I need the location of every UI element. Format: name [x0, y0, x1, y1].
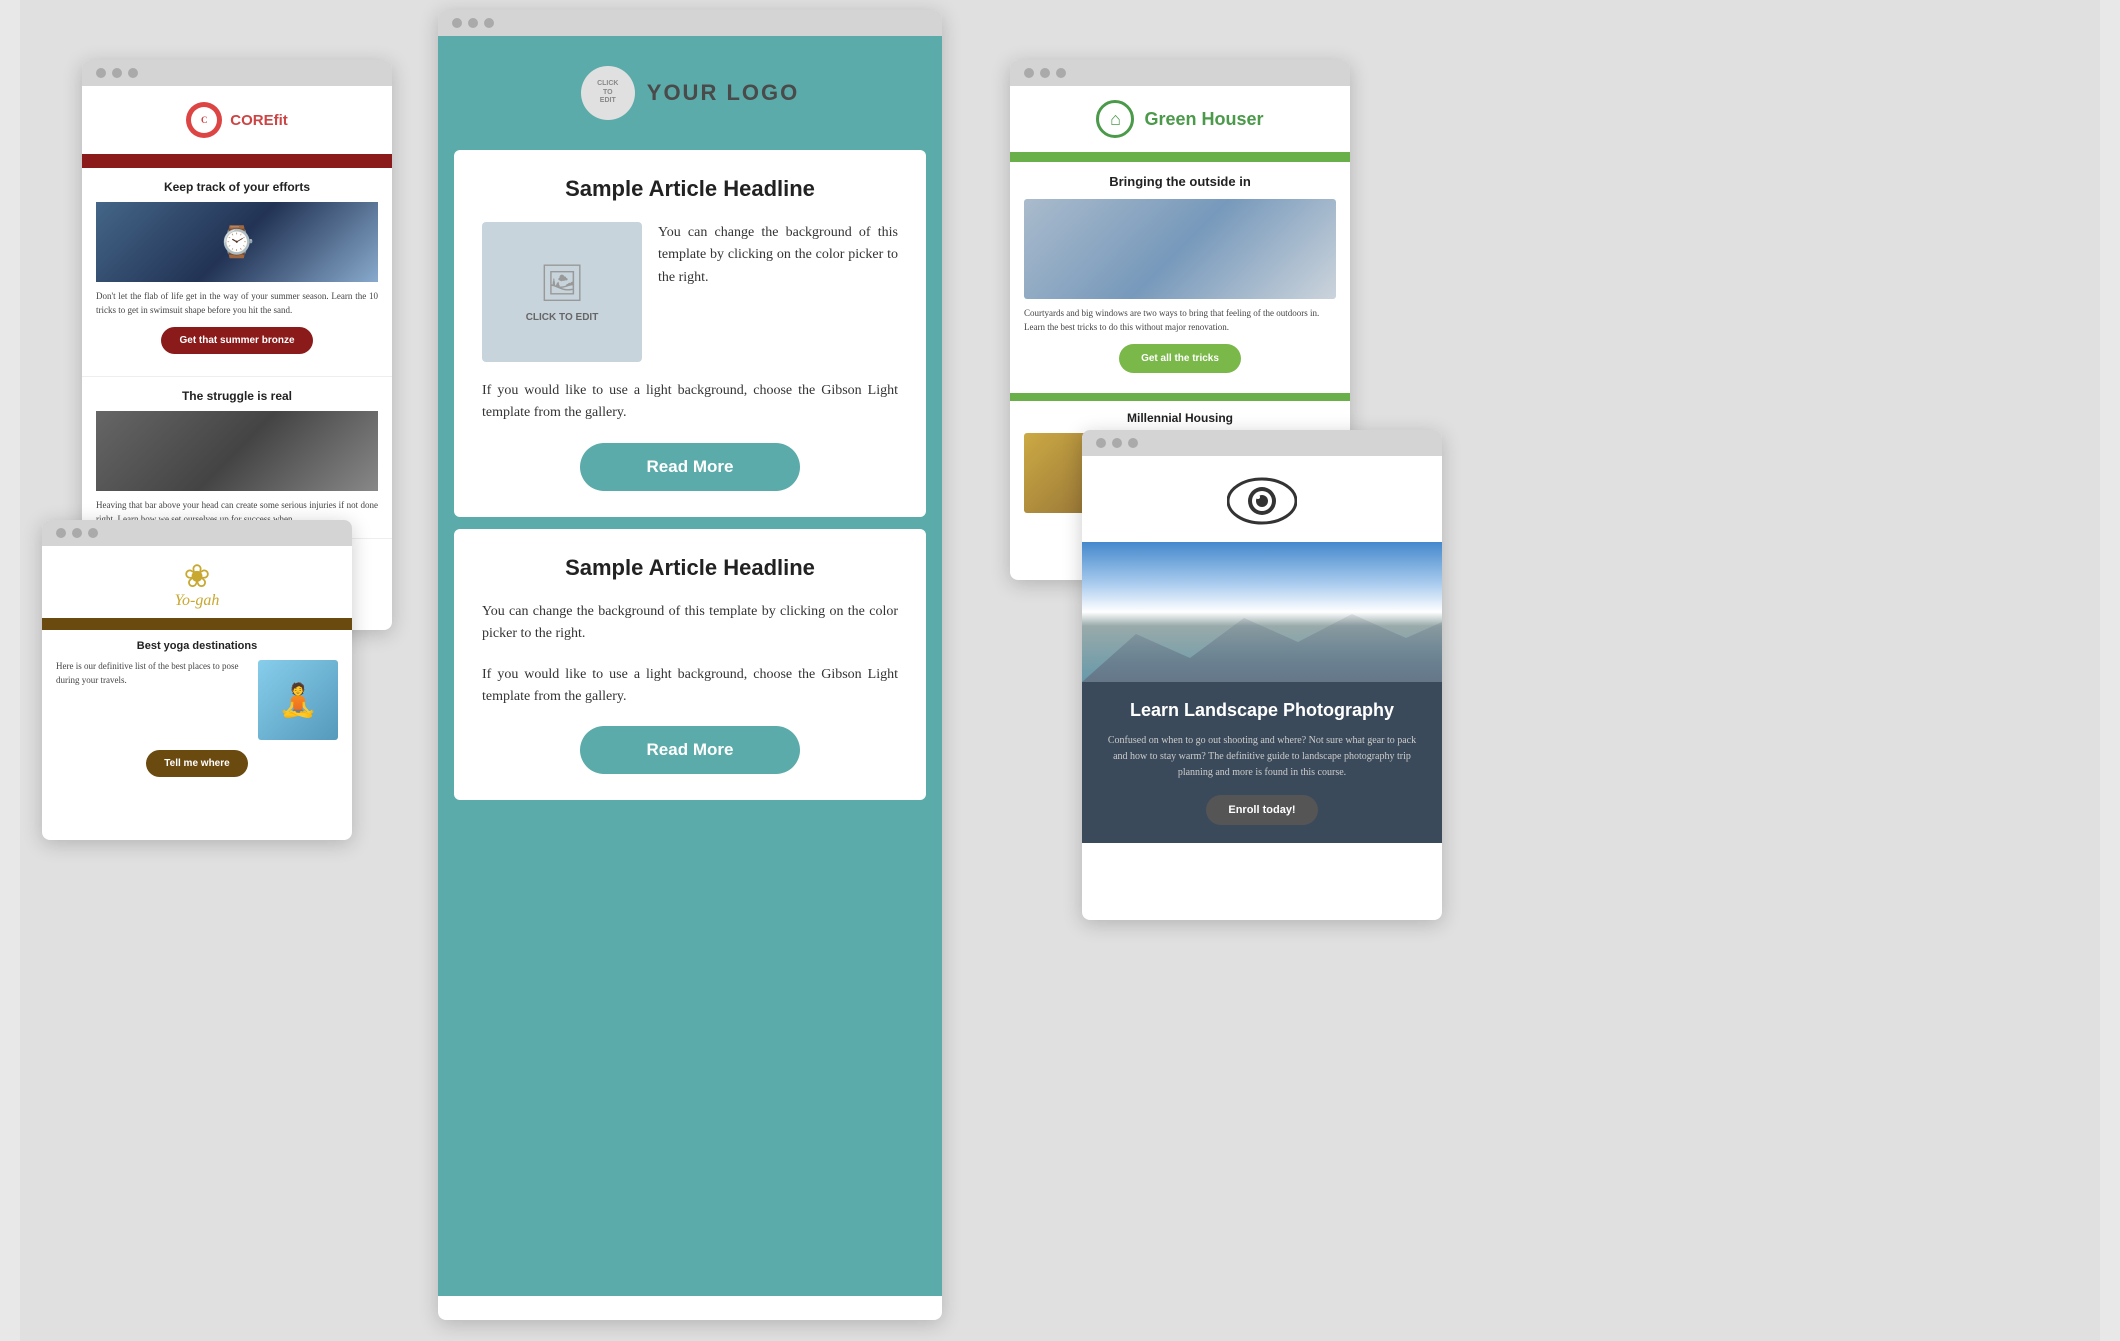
article-2-text-1: You can change the background of this te…: [482, 601, 898, 646]
landscape-card: Learn Landscape Photography Confused on …: [1082, 682, 1442, 843]
gh-card-1-title: Bringing the outside in: [1024, 174, 1336, 189]
article-2-headline: Sample Article Headline: [482, 555, 898, 581]
browser-dot-2: [468, 18, 478, 28]
yogah-card-title: Best yoga destinations: [56, 640, 338, 652]
read-more-button-2[interactable]: Read More: [580, 726, 800, 774]
dot1: [56, 528, 66, 538]
gh-brand-text: Green Houser: [1144, 109, 1263, 130]
corefit-card-2: The struggle is real Heaving that bar ab…: [82, 377, 392, 539]
dot2: [112, 68, 122, 78]
enroll-button[interactable]: Enroll today!: [1206, 795, 1317, 825]
corefit-logo-inner: C: [191, 107, 217, 133]
image-click-label: CLICK TO EDIT: [526, 312, 599, 323]
landscape-content: Learn Landscape Photography Confused on …: [1082, 456, 1442, 843]
gh-house-icon: ⌂: [1096, 100, 1134, 138]
image-placeholder-icon: 🖼: [539, 262, 585, 304]
article-1-text: You can change the background of this te…: [658, 222, 898, 362]
browser-bar-landscape: [1082, 430, 1442, 456]
corefit-c: C: [201, 115, 208, 125]
yogah-card-text: Here is our definitive list of the best …: [56, 660, 248, 740]
corefit-logo-circle: C: [186, 102, 222, 138]
yogah-pose-image: 🧘: [258, 660, 338, 740]
corefit-watch-image: ⌚: [96, 202, 378, 282]
corefit-suffix: fit: [274, 112, 288, 129]
camera-logo-area: [1082, 456, 1442, 542]
landscape-browser-window: Learn Landscape Photography Confused on …: [1082, 430, 1442, 920]
browser-bar-corefit: [82, 60, 392, 86]
dot2: [1112, 438, 1122, 448]
yogah-cta-button[interactable]: Tell me where: [146, 750, 247, 777]
article-1-text-2: If you would like to use a light backgro…: [482, 380, 898, 425]
yogah-browser-window: ❀ Yo-gah Best yoga destinations Here is …: [42, 520, 352, 840]
article-2-text-2: If you would like to use a light backgro…: [482, 664, 898, 709]
corefit-gym-image: [96, 411, 378, 491]
browser-bar-main: [438, 10, 942, 36]
corefit-red-banner: [82, 154, 392, 168]
corefit-card-1: Keep track of your efforts ⌚ Don't let t…: [82, 168, 392, 377]
dot1: [1024, 68, 1034, 78]
dot3: [1128, 438, 1138, 448]
gh-logo-area: ⌂ Green Houser: [1010, 86, 1350, 152]
camera-eye-icon: [1227, 476, 1297, 526]
landscape-text: Confused on when to go out shooting and …: [1102, 733, 1422, 781]
gh-card-1-text: Courtyards and big windows are two ways …: [1024, 307, 1336, 334]
dot1: [1096, 438, 1106, 448]
yogah-brown-banner: [42, 618, 352, 630]
corefit-brand-text: COREfit: [230, 112, 288, 129]
article-1-body: 🖼 CLICK TO EDIT You can change the backg…: [482, 222, 898, 362]
logo-area: CLICK TO EDIT YOUR LOGO: [438, 36, 942, 140]
dot3: [1056, 68, 1066, 78]
corefit-card-2-title: The struggle is real: [96, 389, 378, 403]
main-content: CLICK TO EDIT YOUR LOGO Sample Article H…: [438, 36, 942, 1296]
gh-room-image: [1024, 199, 1336, 299]
main-browser-window: CLICK TO EDIT YOUR LOGO Sample Article H…: [438, 10, 942, 1320]
corefit-card-1-text: Don't let the flab of life get in the wa…: [96, 290, 378, 317]
corefit-prefix: CORE: [230, 112, 273, 129]
dot1: [96, 68, 106, 78]
gh-cta-button[interactable]: Get all the tricks: [1119, 344, 1241, 373]
dot2: [1040, 68, 1050, 78]
corefit-cta-button[interactable]: Get that summer bronze: [161, 327, 312, 354]
gh-card-2-title: Millennial Housing: [1024, 411, 1336, 425]
browser-bar-gh: [1010, 60, 1350, 86]
yogah-content: ❀ Yo-gah Best yoga destinations Here is …: [42, 546, 352, 797]
scene: CLICK TO EDIT YOUR LOGO Sample Article H…: [20, 0, 2100, 1341]
browser-bar-yogah: [42, 520, 352, 546]
lotus-icon: ❀: [184, 560, 211, 592]
corefit-content: C COREfit Keep track of your efforts ⌚ D…: [82, 86, 392, 539]
read-more-button-1[interactable]: Read More: [580, 443, 800, 491]
yogah-brand-text: Yo-gah: [175, 592, 220, 610]
article-card-2: Sample Article Headline You can change t…: [454, 529, 926, 801]
gh-green-banner: [1010, 152, 1350, 162]
landscape-title: Learn Landscape Photography: [1102, 700, 1422, 721]
dot2: [72, 528, 82, 538]
watch-icon: ⌚: [218, 225, 255, 260]
click-to-edit-label: CLICK TO EDIT: [597, 80, 618, 105]
article-1-image[interactable]: 🖼 CLICK TO EDIT: [482, 222, 642, 362]
yogah-card-body: Here is our definitive list of the best …: [56, 660, 338, 740]
yogah-card: Best yoga destinations Here is our defin…: [42, 630, 352, 797]
gh-card-1: Bringing the outside in Courtyards and b…: [1010, 162, 1350, 393]
gh-divider: [1010, 393, 1350, 401]
article-card-1: Sample Article Headline 🖼 CLICK TO EDIT …: [454, 150, 926, 517]
browser-dot-1: [452, 18, 462, 28]
logo-placeholder[interactable]: CLICK TO EDIT: [581, 66, 635, 120]
yogah-logo-area: ❀ Yo-gah: [42, 546, 352, 618]
corefit-logo-area: C COREfit: [82, 86, 392, 154]
corefit-card-1-title: Keep track of your efforts: [96, 180, 378, 194]
yoga-person-icon: 🧘: [278, 681, 318, 719]
dot3: [128, 68, 138, 78]
browser-dot-3: [484, 18, 494, 28]
dot3: [88, 528, 98, 538]
article-1-headline: Sample Article Headline: [482, 176, 898, 202]
mountain-landscape-image: [1082, 542, 1442, 682]
logo-text[interactable]: YOUR LOGO: [647, 80, 799, 106]
